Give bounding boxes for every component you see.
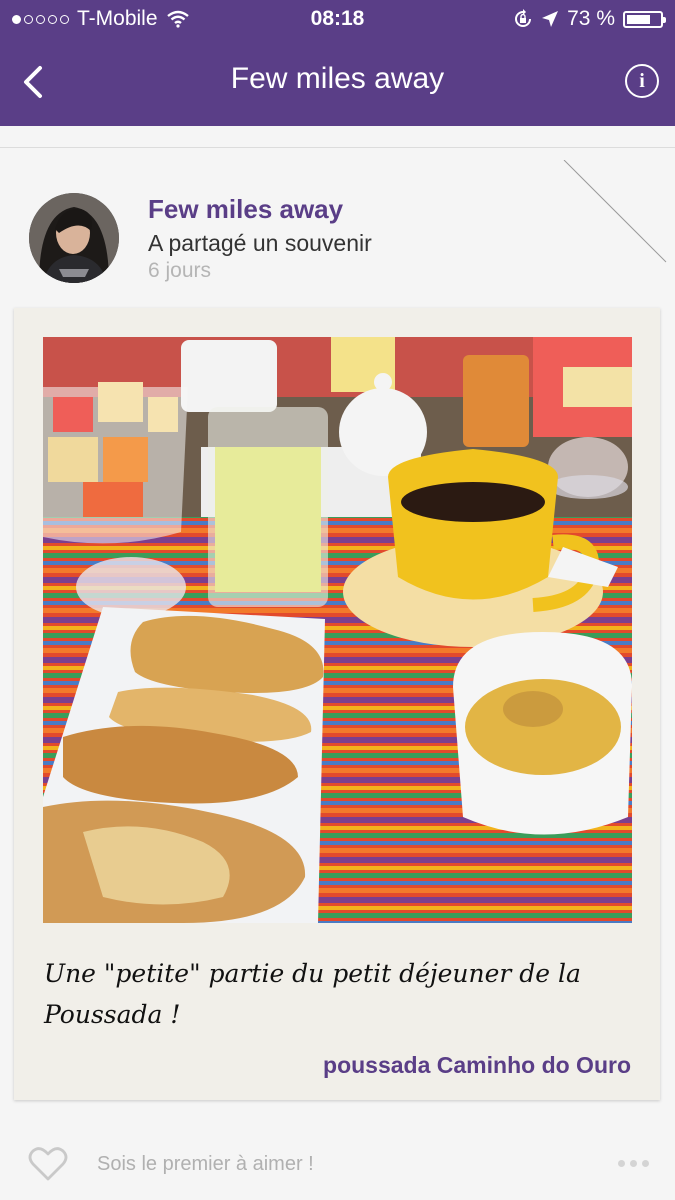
battery-icon bbox=[623, 10, 666, 28]
heart-icon[interactable] bbox=[28, 1145, 68, 1183]
battery-percent: 73 % bbox=[567, 7, 615, 30]
memory-caption: Une "petite" partie du petit déjeuner de… bbox=[44, 959, 581, 1029]
status-right: 73 % bbox=[513, 7, 666, 31]
memory-photo[interactable] bbox=[43, 337, 632, 923]
rotation-lock-icon bbox=[515, 9, 532, 27]
page-fold-line bbox=[563, 160, 667, 263]
post-time-ago: 6 jours bbox=[148, 259, 212, 282]
page-title: Few miles away bbox=[230, 62, 445, 95]
navigation-bar: Few miles away i bbox=[0, 38, 675, 126]
likes-prompt[interactable]: Sois le premier à aimer ! bbox=[97, 1153, 314, 1176]
divider bbox=[0, 147, 675, 148]
status-bar: T-Mobile 08:18 73 % bbox=[0, 0, 675, 38]
post-action: A partagé un souvenir bbox=[148, 230, 372, 256]
avatar[interactable] bbox=[29, 193, 119, 283]
location-arrow-icon bbox=[542, 11, 559, 27]
memory-card[interactable]: Une "petite" partie du petit déjeuner de… bbox=[14, 308, 660, 1100]
info-icon[interactable]: i bbox=[625, 64, 659, 98]
memory-place-link[interactable]: poussada Caminho do Ouro bbox=[323, 1052, 631, 1079]
author-name[interactable]: Few miles away bbox=[148, 194, 343, 225]
more-dots-icon[interactable] bbox=[618, 1160, 649, 1167]
